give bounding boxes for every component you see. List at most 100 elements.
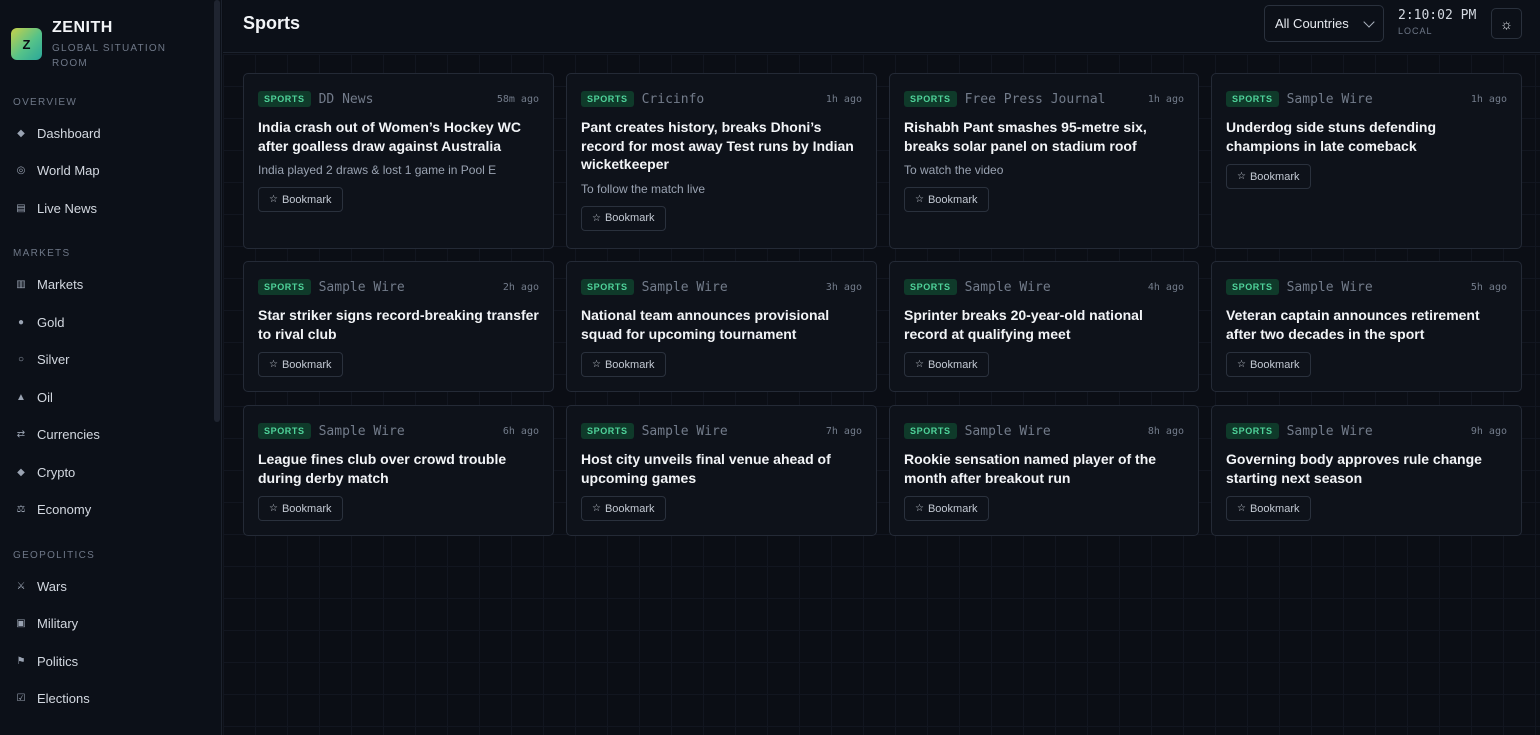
news-source: Sample Wire (318, 279, 405, 295)
news-card[interactable]: SPORTS Sample Wire 3h ago National team … (566, 261, 877, 392)
news-card[interactable]: SPORTS DD News 58m ago India crash out o… (243, 73, 554, 249)
bookmark-label: Bookmark (604, 358, 655, 371)
news-headline[interactable]: Governing body approves rule change star… (1226, 450, 1507, 487)
star-icon: ☆ (915, 359, 924, 370)
star-icon: ☆ (1237, 171, 1246, 182)
sidebar-item-world-map[interactable]: ◎ World Map (13, 160, 100, 180)
news-summary: To follow the match live (581, 181, 706, 196)
sidebar-item-live-news[interactable]: ▤ Live News (13, 198, 97, 218)
news-card[interactable]: SPORTS Sample Wire 4h ago Sprinter break… (889, 261, 1199, 392)
swords-icon: ⚔ (16, 580, 26, 592)
nav-section-overview: OVERVIEW (13, 97, 78, 108)
category-badge: SPORTS (258, 423, 311, 439)
category-badge: SPORTS (904, 279, 957, 295)
country-select[interactable]: All Countries (1264, 5, 1384, 42)
sidebar-item-gold[interactable]: ● Gold (13, 312, 65, 332)
bookmark-button[interactable]: ☆ Bookmark (258, 496, 343, 521)
bookmark-button[interactable]: ☆ Bookmark (1226, 496, 1311, 521)
sidebar-item-wars[interactable]: ⚔ Wars (13, 576, 67, 596)
news-card[interactable]: SPORTS Sample Wire 6h ago League fines c… (243, 405, 554, 536)
flag-icon: ⚑ (16, 655, 26, 667)
theme-toggle-button[interactable]: ☼ (1491, 8, 1522, 39)
bookmark-button[interactable]: ☆ Bookmark (1226, 164, 1311, 189)
news-headline[interactable]: Rishabh Pant smashes 95-metre six, break… (904, 118, 1184, 155)
news-card[interactable]: SPORTS Sample Wire 9h ago Governing body… (1211, 405, 1522, 536)
brand-logo-icon: Z (11, 28, 42, 60)
category-badge: SPORTS (258, 91, 311, 107)
sidebar-item-oil[interactable]: ▲ Oil (13, 387, 53, 407)
star-icon: ☆ (915, 503, 924, 514)
news-headline[interactable]: Rookie sensation named player of the mon… (904, 450, 1184, 487)
news-headline[interactable]: India crash out of Women’s Hockey WC aft… (258, 118, 539, 155)
sidebar-item-label: Oil (37, 389, 53, 405)
bookmark-label: Bookmark (1249, 502, 1300, 515)
sidebar-item-label: Dashboard (37, 125, 101, 141)
bar-chart-icon: ▥ (16, 278, 26, 290)
top-bar: Sports All Countries 2:10:02 PM LOCAL ☼ (223, 0, 1540, 53)
category-badge: SPORTS (1226, 279, 1279, 295)
news-headline[interactable]: Host city unveils final venue ahead of u… (581, 450, 862, 487)
news-headline[interactable]: Star striker signs record-breaking trans… (258, 306, 539, 343)
bookmark-button[interactable]: ☆ Bookmark (581, 352, 666, 377)
bookmark-button[interactable]: ☆ Bookmark (581, 205, 666, 231)
news-card[interactable]: SPORTS Free Press Journal 1h ago Rishabh… (889, 73, 1199, 249)
news-time: 1h ago (1470, 93, 1507, 105)
bookmark-label: Bookmark (1249, 170, 1300, 183)
bookmark-button[interactable]: ☆ Bookmark (904, 496, 989, 521)
news-source: Sample Wire (641, 279, 728, 295)
sidebar-item-politics[interactable]: ⚑ Politics (13, 651, 79, 671)
star-icon: ☆ (269, 194, 278, 205)
sidebar-item-economy[interactable]: ⚖ Economy (13, 499, 92, 519)
news-card[interactable]: SPORTS Sample Wire 8h ago Rookie sensati… (889, 405, 1199, 536)
bookmark-button[interactable]: ☆ Bookmark (904, 352, 989, 377)
news-card[interactable]: SPORTS Sample Wire 5h ago Veteran captai… (1211, 261, 1522, 392)
news-headline[interactable]: Underdog side stuns defending champions … (1226, 118, 1507, 155)
news-source: Sample Wire (1286, 279, 1373, 295)
news-source: Sample Wire (1286, 91, 1373, 107)
brand[interactable]: Z ZENITH GLOBAL SITUATION ROOM (11, 18, 172, 71)
bookmark-button[interactable]: ☆ Bookmark (258, 187, 343, 212)
sidebar-item-markets[interactable]: ▥ Markets (13, 274, 83, 294)
clock-time: 2:10:02 PM (1398, 8, 1477, 23)
crypto-icon: ◆ (17, 466, 25, 478)
news-source: Free Press Journal (964, 91, 1106, 107)
sidebar-item-elections[interactable]: ☑ Elections (13, 688, 90, 708)
sidebar-item-label: Gold (37, 314, 65, 330)
news-card[interactable]: SPORTS Cricinfo 1h ago Pant creates hist… (566, 73, 877, 249)
sidebar-item-label: Currencies (37, 426, 100, 442)
news-headline[interactable]: Pant creates history, breaks Dhoni’s rec… (581, 118, 862, 174)
sidebar-item-label: Crypto (37, 464, 76, 480)
circle-icon: ○ (17, 353, 25, 365)
news-card[interactable]: SPORTS Sample Wire 2h ago Star striker s… (243, 261, 554, 392)
sidebar-item-label: Wars (37, 578, 67, 594)
sidebar: Z ZENITH GLOBAL SITUATION ROOM OVERVIEW … (0, 0, 222, 735)
category-badge: SPORTS (1226, 91, 1279, 107)
category-badge: SPORTS (904, 423, 957, 439)
bookmark-button[interactable]: ☆ Bookmark (904, 187, 989, 212)
star-icon: ☆ (915, 194, 924, 205)
news-headline[interactable]: Veteran captain announces retirement aft… (1226, 306, 1507, 343)
news-time: 58m ago (496, 93, 539, 105)
sidebar-item-dashboard[interactable]: ◆ Dashboard (13, 123, 101, 143)
news-headline[interactable]: Sprinter breaks 20-year-old national rec… (904, 306, 1184, 343)
bookmark-label: Bookmark (281, 358, 332, 371)
news-headline[interactable]: National team announces provisional squa… (581, 306, 862, 343)
sidebar-scrollbar[interactable] (214, 0, 220, 422)
news-time: 8h ago (1147, 425, 1184, 437)
news-card[interactable]: SPORTS Sample Wire 7h ago Host city unve… (566, 405, 877, 536)
news-card[interactable]: SPORTS Sample Wire 1h ago Underdog side … (1211, 73, 1522, 249)
bookmark-button[interactable]: ☆ Bookmark (581, 496, 666, 521)
brand-subtitle: GLOBAL SITUATION ROOM (52, 43, 167, 69)
scales-icon: ⚖ (16, 503, 26, 515)
news-time: 1h ago (825, 93, 862, 105)
category-badge: SPORTS (1226, 423, 1279, 439)
sidebar-item-currencies[interactable]: ⇄ Currencies (13, 424, 100, 444)
sidebar-item-silver[interactable]: ○ Silver (13, 349, 70, 369)
news-headline[interactable]: League fines club over crowd trouble dur… (258, 450, 539, 487)
sidebar-item-label: Elections (37, 690, 90, 706)
bookmark-button[interactable]: ☆ Bookmark (1226, 352, 1311, 377)
bookmark-button[interactable]: ☆ Bookmark (258, 352, 343, 377)
news-time: 7h ago (825, 425, 862, 437)
sidebar-item-crypto[interactable]: ◆ Crypto (13, 462, 75, 482)
sidebar-item-military[interactable]: ▣ Military (13, 613, 78, 633)
